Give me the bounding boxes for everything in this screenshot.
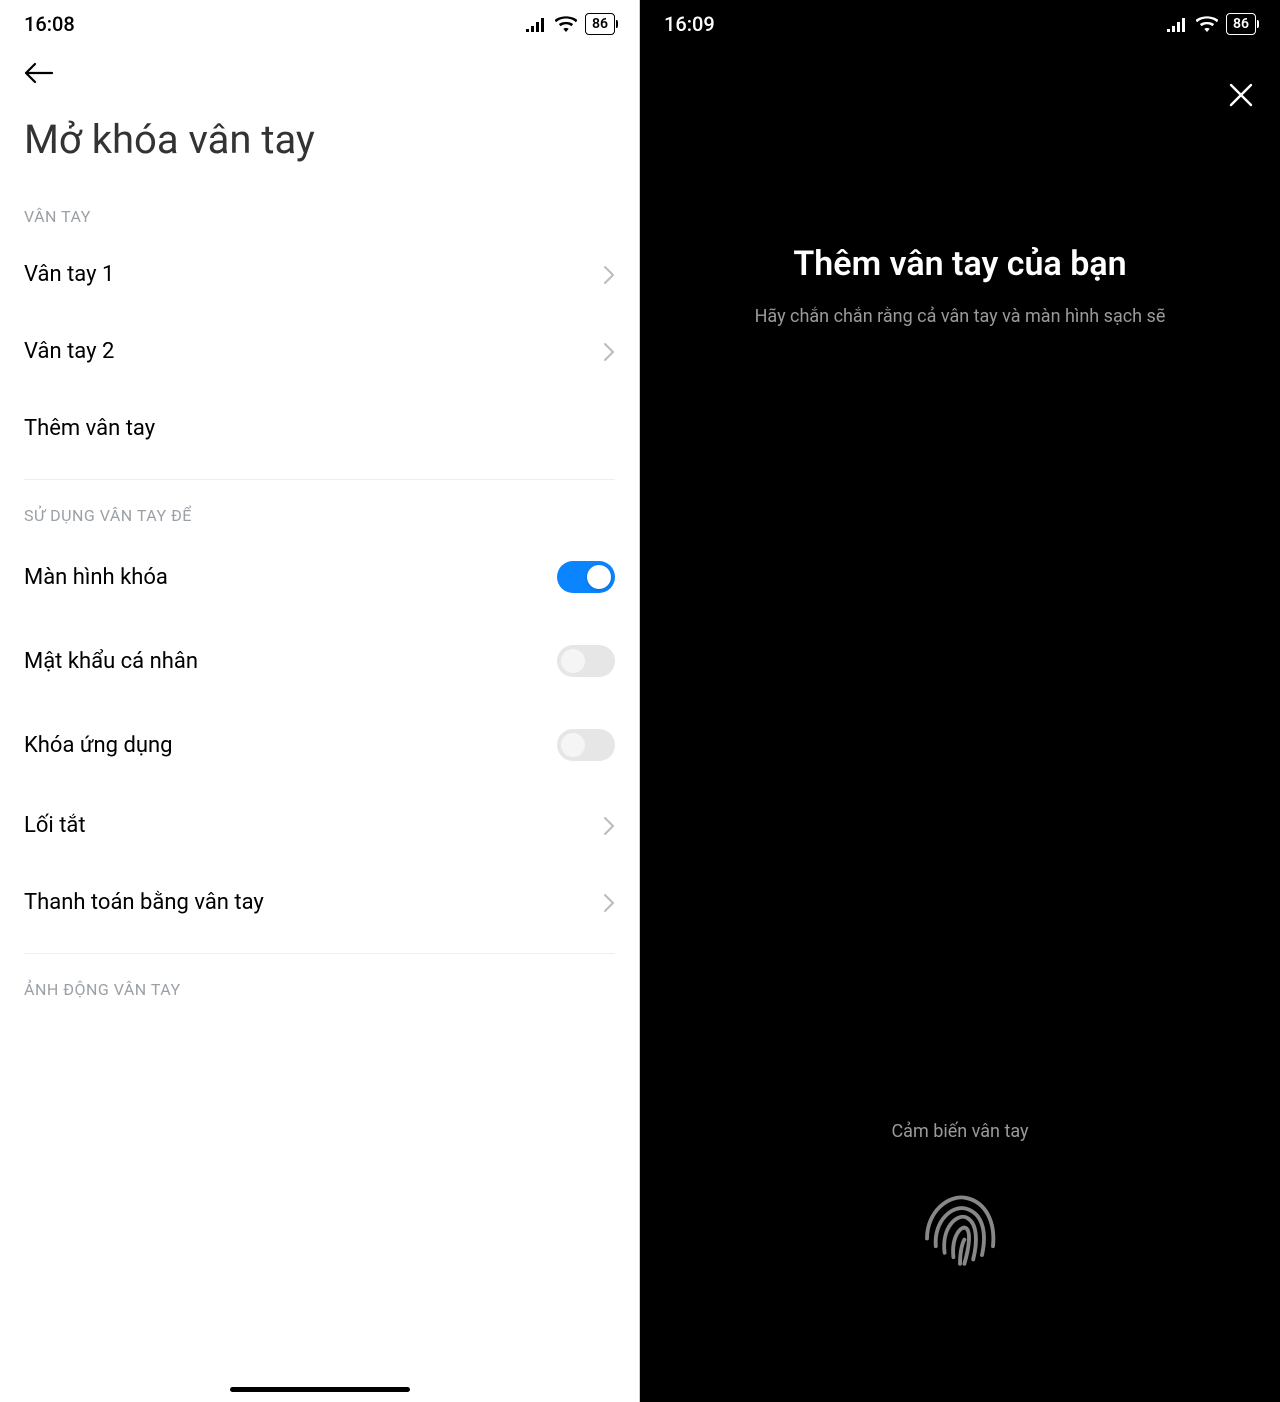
cellular-signal-icon <box>525 16 547 32</box>
battery-indicator: 86 <box>585 13 615 35</box>
fingerprint-item-2[interactable]: Vân tay 2 <box>0 313 639 390</box>
status-time: 16:08 <box>24 12 75 36</box>
fingerprint-settings-screen: 16:08 86 Mở khóa vân tay VÂN TAY Vân tay… <box>0 0 640 1402</box>
list-item-label: Khóa ứng dụng <box>24 733 173 758</box>
fingerprint-item-1[interactable]: Vân tay 1 <box>0 236 639 313</box>
add-fingerprint-subtitle: Hãy chắn chắn rằng cả vân tay và màn hìn… <box>670 306 1250 327</box>
fingerprint-icon <box>905 1178 1015 1288</box>
status-bar: 16:09 86 <box>640 0 1280 44</box>
section-header-animation: ẢNH ĐỘNG VÂN TAY <box>0 966 639 1009</box>
battery-level: 86 <box>592 16 608 32</box>
add-fingerprint-title: Thêm vân tay của bạn <box>670 244 1250 284</box>
battery-level: 86 <box>1233 16 1249 32</box>
personal-password-toggle-row[interactable]: Mật khẩu cá nhân <box>0 619 639 703</box>
page-title: Mở khóa vân tay <box>0 98 639 193</box>
list-item-label: Thanh toán bằng vân tay <box>24 890 264 915</box>
personal-password-toggle[interactable] <box>557 645 615 677</box>
sensor-label: Cảm biến vân tay <box>640 1121 1280 1142</box>
close-icon <box>1228 82 1254 108</box>
section-header-fingerprints: VÂN TAY <box>0 193 639 236</box>
status-time: 16:09 <box>664 12 715 36</box>
list-item-label: Lối tắt <box>24 813 86 838</box>
list-item-label: Vân tay 1 <box>24 262 114 287</box>
section-header-usage: SỬ DỤNG VÂN TAY ĐỂ <box>0 492 639 535</box>
add-fingerprint-content: Thêm vân tay của bạn Hãy chắn chắn rằng … <box>640 44 1280 327</box>
section-divider <box>24 479 615 480</box>
close-button[interactable] <box>1228 82 1254 112</box>
lock-screen-toggle-row[interactable]: Màn hình khóa <box>0 535 639 619</box>
home-indicator[interactable] <box>230 1387 410 1392</box>
list-item-label: Thêm vân tay <box>24 416 155 441</box>
back-button[interactable] <box>0 44 639 98</box>
chevron-right-icon <box>603 342 615 362</box>
shortcut-row[interactable]: Lối tắt <box>0 787 639 864</box>
status-indicators: 86 <box>525 13 615 35</box>
fingerprint-payment-row[interactable]: Thanh toán bằng vân tay <box>0 864 639 941</box>
chevron-right-icon <box>603 893 615 913</box>
fingerprint-sensor[interactable] <box>905 1178 1015 1292</box>
cellular-signal-icon <box>1166 16 1188 32</box>
status-indicators: 86 <box>1166 13 1256 35</box>
status-bar: 16:08 86 <box>0 0 639 44</box>
list-item-label: Mật khẩu cá nhân <box>24 649 198 674</box>
wifi-icon <box>1196 16 1218 32</box>
chevron-right-icon <box>603 265 615 285</box>
section-divider <box>24 953 615 954</box>
wifi-icon <box>555 16 577 32</box>
lock-screen-toggle[interactable] <box>557 561 615 593</box>
list-item-label: Vân tay 2 <box>24 339 114 364</box>
app-lock-toggle[interactable] <box>557 729 615 761</box>
add-fingerprint-screen: 16:09 86 Thêm vân tay của bạn Hãy chắn c… <box>640 0 1280 1402</box>
chevron-right-icon <box>603 816 615 836</box>
back-arrow-icon <box>24 62 54 84</box>
list-item-label: Màn hình khóa <box>24 565 168 590</box>
app-lock-toggle-row[interactable]: Khóa ứng dụng <box>0 703 639 787</box>
add-fingerprint-item[interactable]: Thêm vân tay <box>0 390 639 467</box>
battery-indicator: 86 <box>1226 13 1256 35</box>
